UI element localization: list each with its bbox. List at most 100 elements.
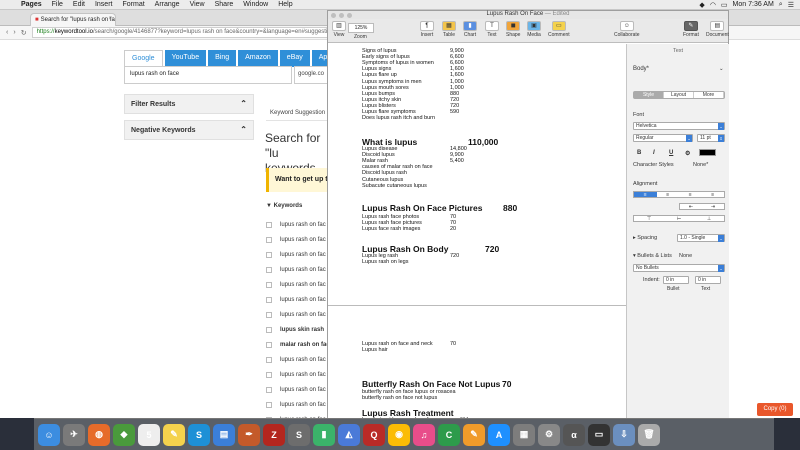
keyword-search-input[interactable]: lupus rash on face bbox=[124, 66, 292, 84]
clock[interactable]: Mon 7:36 AM bbox=[733, 1, 774, 8]
menu-edit[interactable]: Edit bbox=[68, 1, 90, 8]
calendar-icon[interactable]: 5 bbox=[138, 423, 160, 446]
pages-icon[interactable]: ✎ bbox=[463, 423, 485, 446]
align-top-icon[interactable]: ⊤ bbox=[634, 216, 664, 222]
collaborate-button[interactable]: ☺ Collaborate bbox=[614, 21, 640, 38]
gear-icon[interactable]: ⚙ bbox=[685, 150, 690, 157]
chart-button[interactable]: ▮ Chart bbox=[463, 21, 477, 38]
itunes-icon[interactable]: ♫ bbox=[413, 423, 435, 446]
bullets-row[interactable]: ▾ Bullets & Lists bbox=[633, 253, 672, 259]
font-size-field[interactable]: 11 pt ⇕ bbox=[697, 134, 725, 142]
stats-icon[interactable]: ▮ bbox=[313, 423, 335, 446]
menu-view[interactable]: View bbox=[185, 1, 210, 8]
comment-button[interactable]: ▭ Comment bbox=[548, 21, 570, 38]
tab-amazon[interactable]: Amazon bbox=[238, 50, 278, 67]
underline-button[interactable]: U bbox=[669, 150, 673, 156]
align-center-icon[interactable]: ≡ bbox=[657, 192, 680, 198]
chrome-icon[interactable]: ◉ bbox=[388, 423, 410, 446]
align-middle-icon[interactable]: ⊢ bbox=[664, 216, 694, 222]
quora-icon[interactable]: Q bbox=[363, 423, 385, 446]
finder-icon[interactable]: ☺ bbox=[38, 423, 60, 446]
close-tab-icon[interactable]: × bbox=[108, 16, 112, 22]
insert-button[interactable]: ¶ Insert bbox=[420, 21, 434, 38]
back-icon[interactable]: ‹ bbox=[6, 29, 8, 36]
forward-icon[interactable]: › bbox=[13, 29, 15, 36]
row-checkbox[interactable] bbox=[266, 236, 272, 243]
keynote-icon[interactable]: ◭ bbox=[338, 423, 360, 446]
seg-layout[interactable]: Layout bbox=[664, 92, 694, 98]
keyword-row[interactable]: lupus rash on fac bbox=[266, 277, 336, 292]
align-right-icon[interactable]: ≡ bbox=[679, 192, 702, 198]
format-button[interactable]: ✎ Format bbox=[683, 21, 699, 38]
filezilla-icon[interactable]: Z bbox=[263, 423, 285, 446]
dropbox-icon[interactable]: ◆ bbox=[699, 1, 704, 9]
table-button[interactable]: ▦ Table bbox=[442, 21, 456, 38]
row-checkbox[interactable] bbox=[266, 311, 272, 318]
downloads-icon[interactable]: ⇩ bbox=[613, 423, 635, 446]
row-checkbox[interactable] bbox=[266, 401, 272, 408]
paragraph-style-select[interactable]: Body* bbox=[633, 66, 649, 72]
menu-pages[interactable]: Pages bbox=[16, 1, 47, 8]
text-button[interactable]: T Text bbox=[485, 21, 499, 38]
row-checkbox[interactable] bbox=[266, 296, 272, 303]
align-left-icon[interactable]: ≡ bbox=[634, 192, 657, 198]
pen-icon[interactable]: ✒ bbox=[238, 423, 260, 446]
document-button[interactable]: ▤ Document bbox=[706, 21, 729, 38]
align-bottom-icon[interactable]: ⊥ bbox=[694, 216, 724, 222]
keyword-row[interactable]: lupus skin rash bbox=[266, 322, 336, 337]
bold-button[interactable]: B bbox=[637, 150, 641, 156]
italic-button[interactable]: I bbox=[653, 150, 655, 156]
spotlight-icon[interactable]: ⌕ bbox=[779, 1, 783, 9]
row-checkbox[interactable] bbox=[266, 251, 272, 258]
tab-google[interactable]: Google bbox=[124, 50, 163, 67]
indent-text-field[interactable]: 0 in bbox=[695, 276, 721, 284]
menu-file[interactable]: File bbox=[47, 1, 68, 8]
spacing-select[interactable]: 1.0 - Single ⌄ bbox=[677, 234, 725, 242]
keyword-row[interactable]: lupus rash on fac bbox=[266, 367, 336, 382]
text-color-well[interactable] bbox=[699, 149, 716, 156]
copy-button[interactable]: Copy (0) bbox=[757, 403, 793, 416]
row-checkbox[interactable] bbox=[266, 266, 272, 273]
decrease-indent-icon[interactable]: ⇤ bbox=[680, 204, 702, 210]
folder-icon[interactable]: ▤ bbox=[213, 423, 235, 446]
chevron-down-icon[interactable]: ⌄ bbox=[719, 66, 724, 72]
menu-share[interactable]: Share bbox=[210, 1, 239, 8]
keyword-row[interactable]: lupus rash on fac bbox=[266, 307, 336, 322]
notification-center-icon[interactable]: ☰ bbox=[788, 1, 794, 9]
firefox-icon[interactable]: ◍ bbox=[88, 423, 110, 446]
keyword-row[interactable]: lupus rash on fac bbox=[266, 247, 336, 262]
character-styles-select[interactable]: None* bbox=[693, 162, 708, 168]
notes-icon[interactable]: ✎ bbox=[163, 423, 185, 446]
seg-more[interactable]: More bbox=[694, 92, 724, 98]
row-checkbox[interactable] bbox=[266, 326, 272, 333]
menu-help[interactable]: Help bbox=[273, 1, 297, 8]
negative-keywords-panel[interactable]: Negative Keywords ⌃ bbox=[124, 120, 254, 140]
keywords-column-header[interactable]: ▼ Keywords bbox=[266, 203, 302, 209]
browser-tab[interactable]: ■ Search for "lupus rash on fa × bbox=[30, 13, 116, 26]
keyword-row[interactable]: malar rash on fac bbox=[266, 337, 336, 352]
align-justify-icon[interactable]: ≡ bbox=[702, 192, 725, 198]
increase-indent-icon[interactable]: ⇥ bbox=[702, 204, 724, 210]
wifi-icon[interactable]: ◠ bbox=[710, 1, 716, 9]
inspector-text-tab[interactable]: Text bbox=[673, 48, 683, 54]
row-checkbox[interactable] bbox=[266, 371, 272, 378]
font-style-select[interactable]: Regular ⌄ bbox=[633, 134, 693, 142]
battery-icon[interactable]: ▭ bbox=[721, 1, 728, 9]
settings-icon[interactable]: ⚙ bbox=[538, 423, 560, 446]
row-checkbox[interactable] bbox=[266, 341, 272, 348]
row-checkbox[interactable] bbox=[266, 221, 272, 228]
keyword-suggestions-tab[interactable]: Keyword Suggestion bbox=[270, 110, 325, 116]
shape-button[interactable]: ◼ Shape bbox=[506, 21, 520, 38]
menu-window[interactable]: Window bbox=[238, 1, 273, 8]
row-checkbox[interactable] bbox=[266, 386, 272, 393]
seg-style[interactable]: Style bbox=[634, 92, 664, 98]
skype-icon[interactable]: S bbox=[188, 423, 210, 446]
calculator-icon[interactable]: ▦ bbox=[513, 423, 535, 446]
tab-bing[interactable]: Bing bbox=[208, 50, 237, 67]
row-checkbox[interactable] bbox=[266, 281, 272, 288]
bullets-value[interactable]: None bbox=[679, 253, 692, 259]
appstore-icon[interactable]: A bbox=[488, 423, 510, 446]
reload-icon[interactable]: ↻ bbox=[21, 29, 27, 37]
evernote-icon[interactable]: ◆ bbox=[113, 423, 135, 446]
keyword-row[interactable]: lupus rash on fac bbox=[266, 352, 336, 367]
